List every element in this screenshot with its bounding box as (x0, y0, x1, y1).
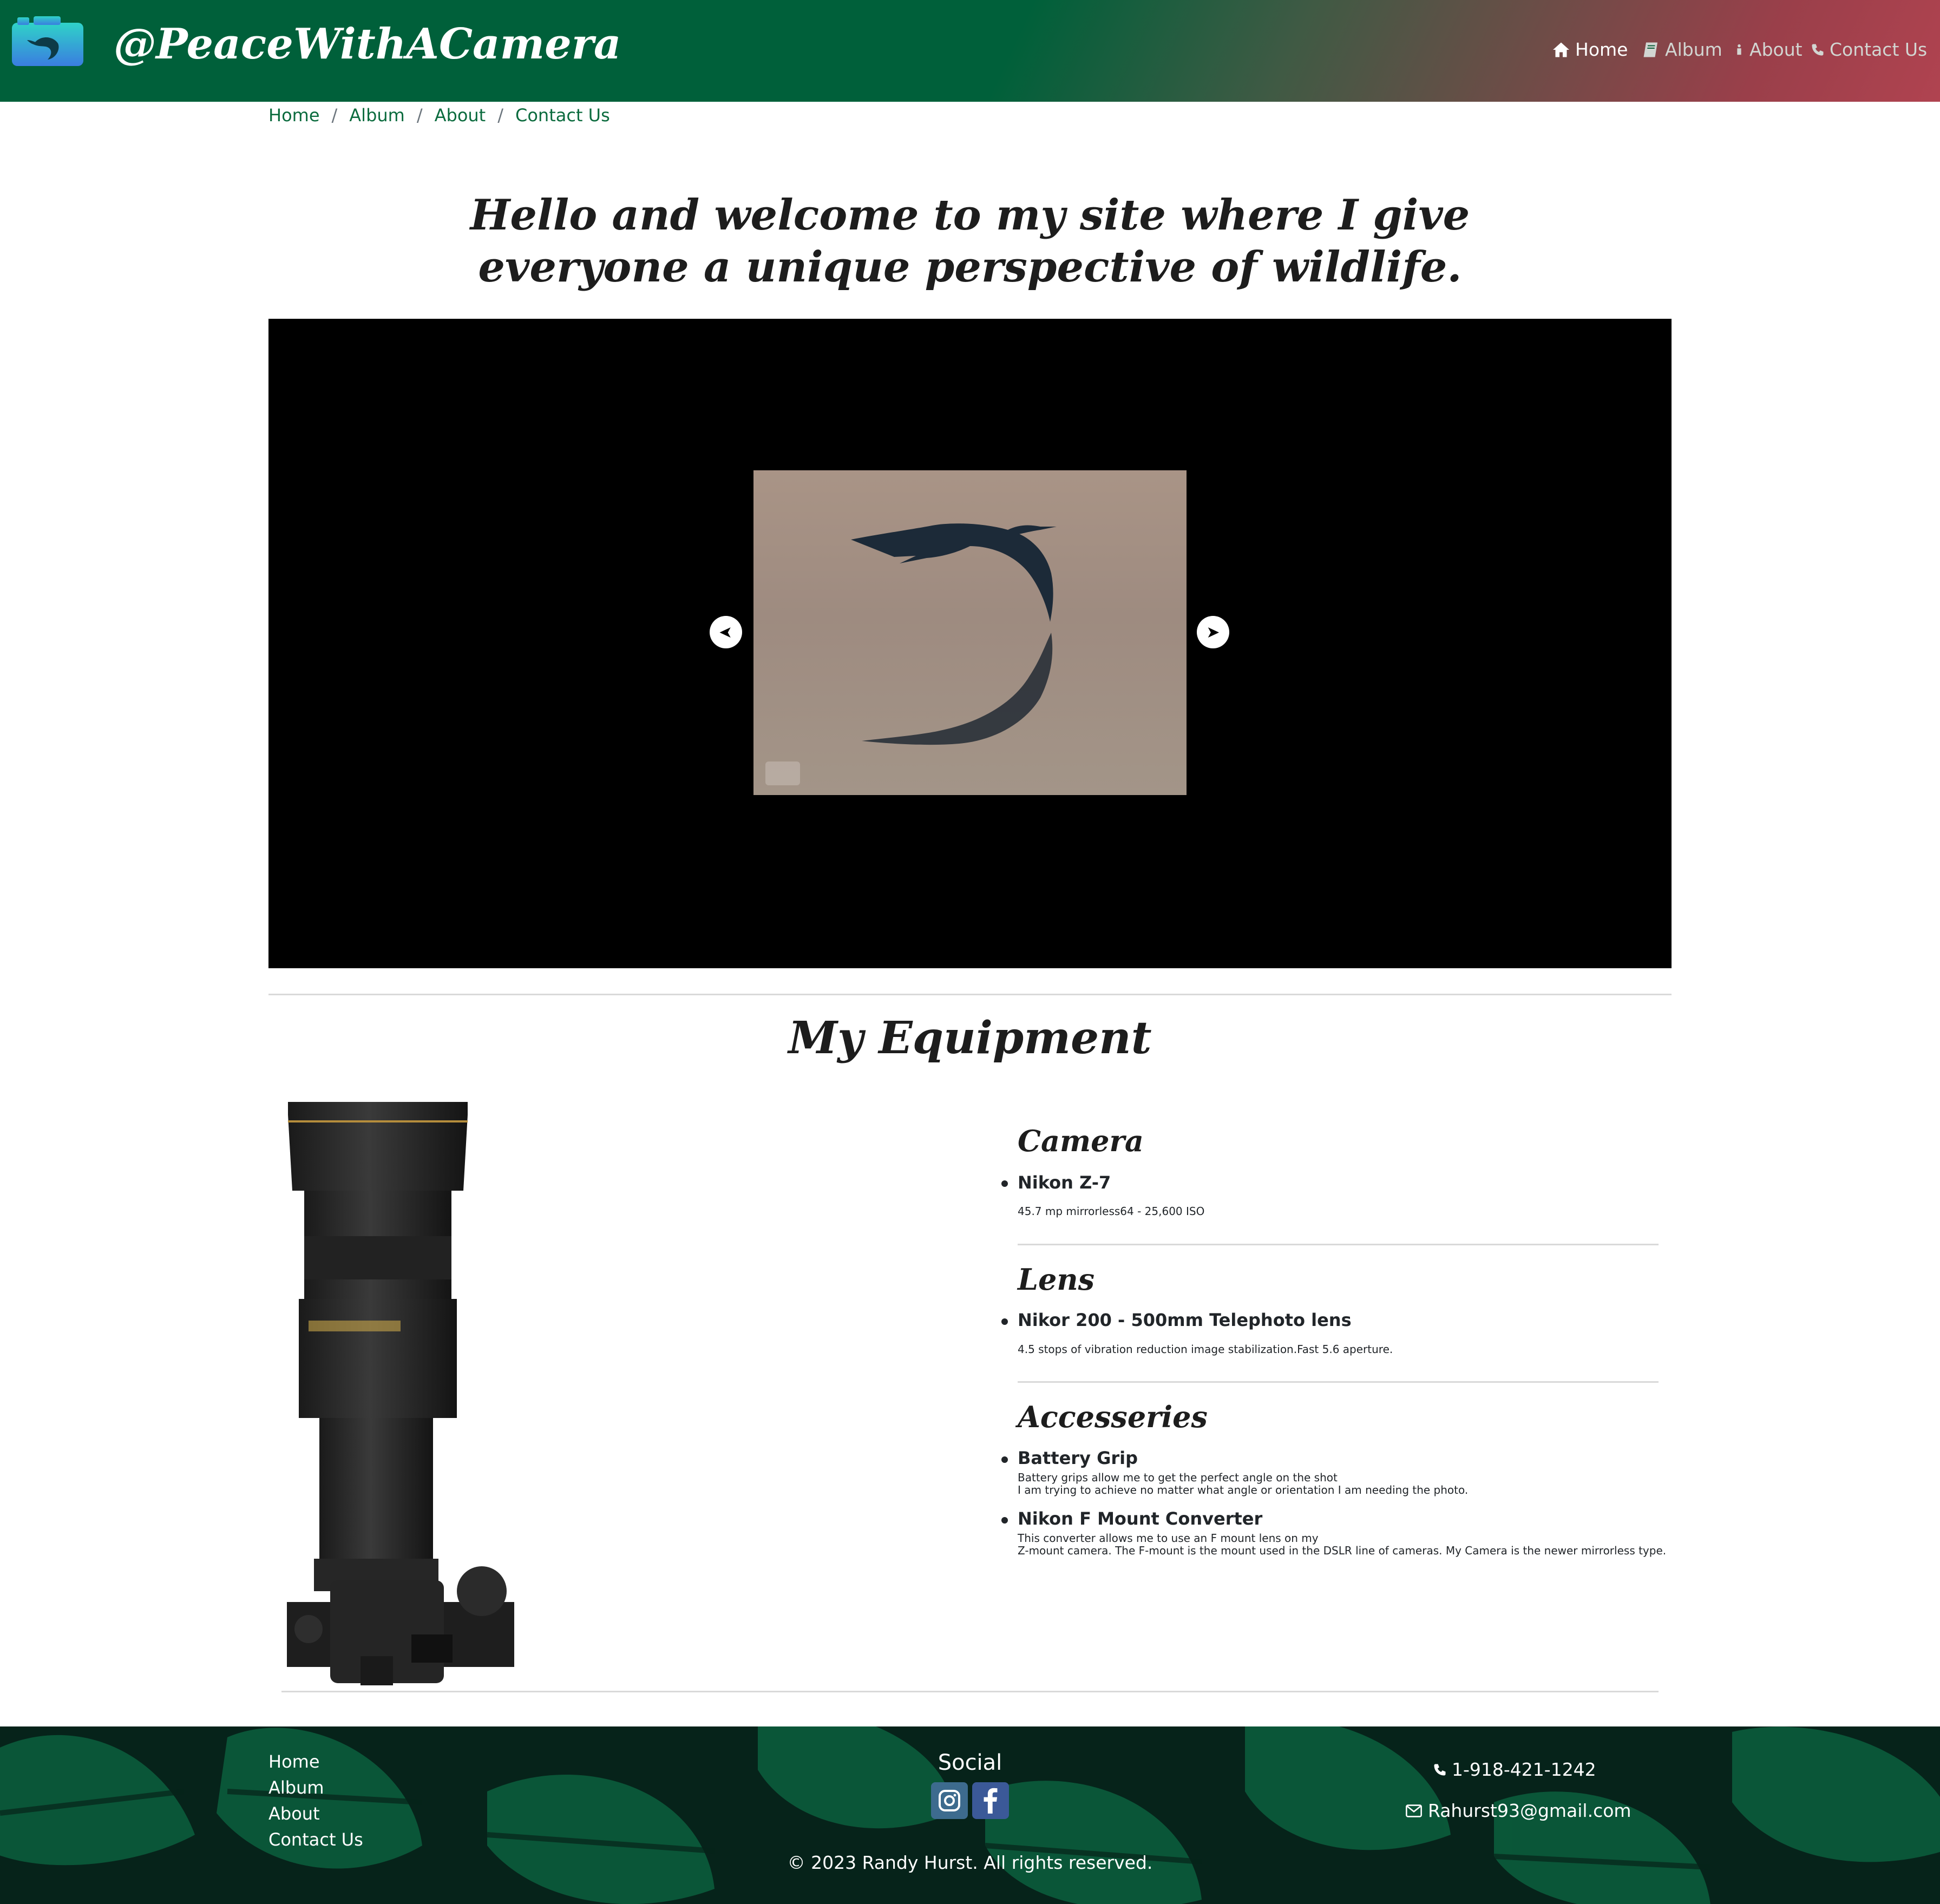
arrow-left-icon: ➤ (719, 622, 733, 642)
spec-divider (1018, 1381, 1659, 1383)
nav-contact-label: Contact Us (1830, 39, 1928, 60)
lens-model: Nikor 200 - 500mm Telephoto lens (1018, 1310, 1352, 1330)
carousel-slide-image (753, 470, 1187, 795)
breadcrumb-home[interactable]: Home (268, 105, 320, 126)
accessory-name: Nikon F Mount Converter (1018, 1508, 1263, 1529)
footer-link-contact[interactable]: Contact Us (268, 1829, 363, 1850)
arrow-right-icon: ➤ (1206, 622, 1220, 642)
nav-home-label: Home (1575, 39, 1628, 60)
accessory-description-line: Z-mount camera. The F-mount is the mount… (1018, 1544, 1667, 1557)
breadcrumb-separator: / (416, 105, 423, 126)
spec-divider (1018, 1244, 1659, 1245)
equipment-title: My Equipment (788, 1012, 1152, 1064)
footer-link-album[interactable]: Album (268, 1777, 324, 1798)
camera-lens-image (276, 1093, 547, 1689)
footer-link-home[interactable]: Home (268, 1751, 320, 1772)
camera-heading: Camera (1018, 1124, 1144, 1158)
social-title: Social (938, 1750, 1002, 1775)
facebook-icon (984, 1788, 998, 1814)
section-divider (281, 1691, 1659, 1692)
camera-model: Nikon Z-7 (1018, 1172, 1111, 1193)
phone-number: 1-918-421-1242 (1452, 1759, 1596, 1780)
nav-about-label: About (1749, 39, 1803, 60)
phone-icon (1434, 1764, 1446, 1775)
facebook-button[interactable] (972, 1782, 1009, 1819)
list-bullet (1001, 1517, 1008, 1524)
hero-title: Hello and welcome to my site where I giv… (470, 191, 1470, 292)
accessory-description-line: I am trying to achieve no matter what an… (1018, 1483, 1469, 1496)
brand-title[interactable]: @PeaceWithACamera (114, 19, 621, 69)
phone-icon (1812, 44, 1824, 55)
carousel-prev-button[interactable]: ➤ (710, 616, 742, 648)
instagram-icon (939, 1790, 960, 1811)
home-icon (1553, 42, 1569, 57)
breadcrumb-separator: / (497, 105, 503, 126)
accessory-name: Battery Grip (1018, 1448, 1138, 1468)
lens-description: 4.5 stops of vibration reduction image s… (1018, 1343, 1393, 1356)
lens-heading: Lens (1018, 1262, 1094, 1297)
list-bullet (1001, 1456, 1008, 1463)
nav-home[interactable]: Home (1551, 39, 1628, 60)
info-icon (1737, 44, 1741, 55)
nav-contact[interactable]: Contact Us (1810, 39, 1927, 60)
breadcrumb-about[interactable]: About (435, 105, 486, 126)
camera-logo-icon[interactable] (12, 16, 83, 66)
book-icon (1643, 42, 1657, 57)
nav-album[interactable]: Album (1641, 39, 1722, 60)
instagram-button[interactable] (931, 1782, 968, 1819)
carousel-next-button[interactable]: ➤ (1197, 616, 1229, 648)
footer-link-about[interactable]: About (268, 1803, 320, 1824)
breadcrumb-separator: / (331, 105, 338, 126)
accessory-description-line: Battery grips allow me to get the perfec… (1018, 1471, 1338, 1484)
footer-phone[interactable]: 1-918-421-1242 (1432, 1759, 1596, 1780)
accessory-description-line: This converter allows me to use an F mou… (1018, 1532, 1319, 1545)
camera-description: 45.7 mp mirrorless64 - 25,600 ISO (1018, 1205, 1205, 1218)
nav-album-label: Album (1665, 39, 1722, 60)
copyright: © 2023 Randy Hurst. All rights reserved. (787, 1852, 1153, 1873)
envelope-icon (1406, 1804, 1422, 1817)
accessories-heading: Accesseries (1018, 1400, 1208, 1434)
breadcrumb: Home / Album / About / Contact Us (268, 105, 610, 126)
nav-about[interactable]: About (1733, 39, 1803, 60)
breadcrumb-contact[interactable]: Contact Us (515, 105, 610, 126)
list-bullet (1001, 1180, 1008, 1187)
email-address: Rahurst93@gmail.com (1428, 1800, 1631, 1821)
section-divider (268, 994, 1672, 995)
list-bullet (1001, 1318, 1008, 1325)
heron-photo (765, 523, 1057, 785)
footer-email[interactable]: Rahurst93@gmail.com (1405, 1800, 1631, 1821)
breadcrumb-album[interactable]: Album (349, 105, 405, 126)
